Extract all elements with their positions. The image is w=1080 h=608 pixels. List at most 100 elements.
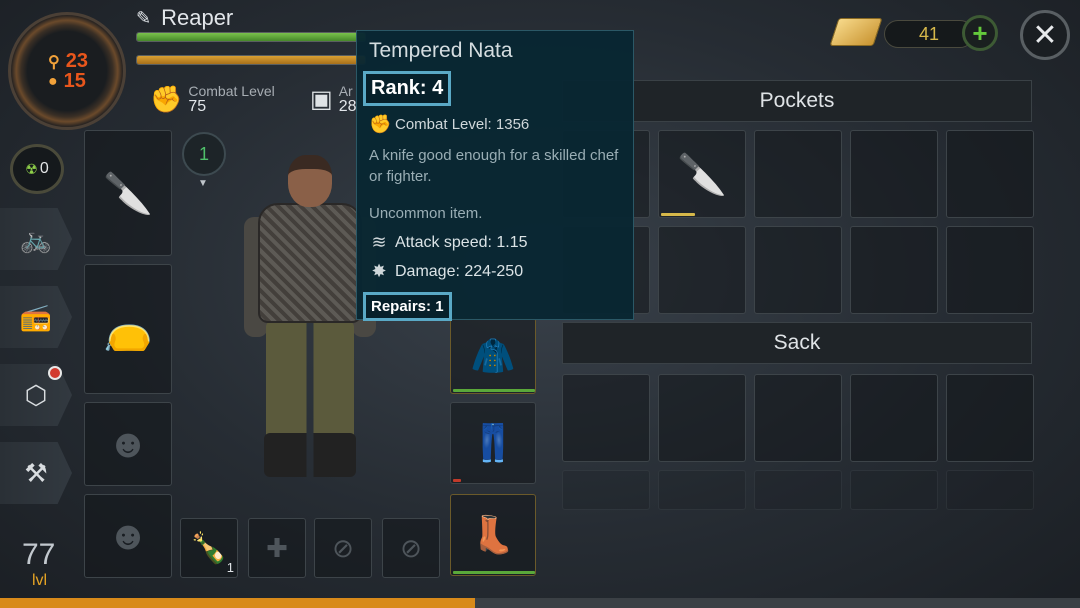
damage-icon: ✸ [371, 261, 387, 281]
armor-label: Ar [338, 83, 353, 99]
radiation-indicator: ☢ 0 [10, 144, 64, 194]
gold-bar-icon [829, 18, 883, 46]
pockets-title: Pockets [759, 89, 835, 112]
armor-block: ▣ Ar 28 [310, 84, 356, 115]
sack-title: Sack [773, 331, 821, 354]
bike-icon: 🚲 [19, 223, 53, 254]
fist-icon: ✊ [150, 84, 183, 114]
radiation-icon: ☢ [25, 160, 38, 177]
quick-slot-4[interactable]: ⊘ [382, 518, 440, 578]
pocket-slot-4[interactable] [850, 130, 938, 218]
player-level-label: lvl [32, 572, 48, 589]
backpack-slot[interactable]: 👝 [84, 264, 172, 394]
helmet-slot[interactable]: ☻ [84, 494, 172, 578]
damage-row: ✸ Damage: 224-250 [369, 261, 621, 282]
sack-icon: 👝 [103, 307, 153, 352]
attack-speed-icon: ≋ [371, 232, 387, 252]
nav-radio[interactable]: 📻 [0, 286, 72, 348]
pocket-slot-7[interactable] [658, 226, 746, 314]
mask-slot[interactable]: ☻ [84, 402, 172, 486]
chevron-down-icon: ▼ [198, 178, 208, 189]
nav-workshop[interactable]: ⚒ [0, 442, 72, 504]
radio-icon: 📻 [19, 301, 53, 332]
crate-icon: ⬡ [24, 379, 48, 410]
character-torso [258, 203, 362, 323]
medkit-icon: ✚ [266, 532, 288, 563]
quick-slot-3[interactable]: ⊘ [314, 518, 372, 578]
item-rank: Rank: 4 [363, 71, 452, 106]
sack-slot-4[interactable] [850, 374, 938, 462]
quick-slot-1-count: 1 [226, 560, 234, 575]
pocket-slot-8[interactable] [754, 226, 842, 314]
body-armor-slot[interactable]: 🧥 [450, 318, 536, 394]
sack-slot-3[interactable] [754, 374, 842, 462]
water-tap-icon: ⚲ [48, 53, 60, 71]
no-vehicle-icon: ⊘ [332, 532, 354, 563]
pocket-slot-3[interactable] [754, 130, 842, 218]
player-name-row[interactable]: ✎ Reaper [136, 5, 233, 31]
jacket-icon: 🧥 [470, 335, 516, 376]
sack-slot-8[interactable] [754, 470, 842, 510]
item-rarity: Uncommon item. [369, 205, 483, 222]
helmet-icon: ☻ [106, 513, 150, 558]
sack-slot-9[interactable] [850, 470, 938, 510]
pants-durability [453, 479, 461, 482]
fist-icon: ✊ [369, 114, 392, 134]
equipment-level-value: 1 [198, 143, 209, 164]
food-bar [136, 55, 366, 65]
vest-icon: ▣ [310, 86, 333, 113]
attack-speed: Attack speed: 1.15 [395, 233, 528, 251]
nav-transport[interactable]: 🚲 [0, 208, 72, 270]
nata-knife-icon: 🔪 [677, 152, 727, 197]
item-tooltip: Tempered Nata Rank: 4 ✊ Combat Level: 13… [356, 30, 634, 321]
boots-icon: 👢 [470, 514, 516, 555]
gold-value: 41 [884, 20, 974, 48]
pocket-slot-5[interactable] [946, 130, 1034, 218]
damage: Damage: 224-250 [395, 262, 524, 280]
radiation-value: 0 [39, 160, 49, 177]
combat-level-label: Combat Level [188, 83, 275, 99]
gold-counter: 41 + [829, 12, 1014, 56]
boots-slot[interactable]: 👢 [450, 494, 536, 576]
pencil-icon[interactable]: ✎ [136, 8, 151, 29]
close-button[interactable]: ✕ [1020, 10, 1070, 60]
body-armor-durability [453, 389, 535, 392]
quick-slot-1[interactable]: 🍾 1 [180, 518, 238, 578]
item-repairs: Repairs: 1 [363, 292, 452, 321]
hunger-stat: ● 15 [48, 70, 86, 93]
character-head [288, 155, 332, 207]
player-character [244, 155, 376, 485]
no-bike-icon: ⊘ [400, 532, 422, 563]
sack-slot-2[interactable] [658, 374, 746, 462]
gas-mask-icon: ☻ [106, 421, 150, 466]
close-icon: ✕ [1032, 18, 1058, 52]
add-gold-button[interactable]: + [962, 15, 998, 51]
health-bar-fill [137, 33, 365, 41]
sack-slot-6[interactable] [562, 470, 650, 510]
anvil-icon: ⚒ [24, 457, 48, 488]
player-name: Reaper [161, 5, 234, 30]
sack-slot-7[interactable] [658, 470, 746, 510]
droplet-icon: ● [48, 72, 58, 90]
pocket-slot-10[interactable] [946, 226, 1034, 314]
sack-header: Sack [562, 322, 1032, 364]
sack-slot-5[interactable] [946, 374, 1034, 462]
health-bar [136, 32, 366, 42]
character-legs [266, 321, 354, 441]
character-boots [264, 433, 356, 477]
combat-level-value: 75 [188, 98, 207, 115]
pocket-slot-9[interactable] [850, 226, 938, 314]
quick-slot-2[interactable]: ✚ [248, 518, 306, 578]
hunger-value: 15 [63, 70, 86, 92]
attack-speed-row: ≋ Attack speed: 1.15 [369, 232, 621, 253]
weapon-slot[interactable]: 🔪 [84, 130, 172, 256]
sack-slot-1[interactable] [562, 374, 650, 462]
item-name: Tempered Nata [369, 39, 513, 62]
pants-slot[interactable]: 👖 [450, 402, 536, 484]
machete-icon: 🔪 [103, 171, 153, 216]
pocket-slot-2[interactable]: 🔪 [658, 130, 746, 218]
item-combat-level-row: ✊ Combat Level: 1356 [369, 114, 621, 135]
nata-durability [661, 213, 695, 216]
equipment-level-badge[interactable]: 1 [182, 132, 226, 176]
sack-slot-10[interactable] [946, 470, 1034, 510]
